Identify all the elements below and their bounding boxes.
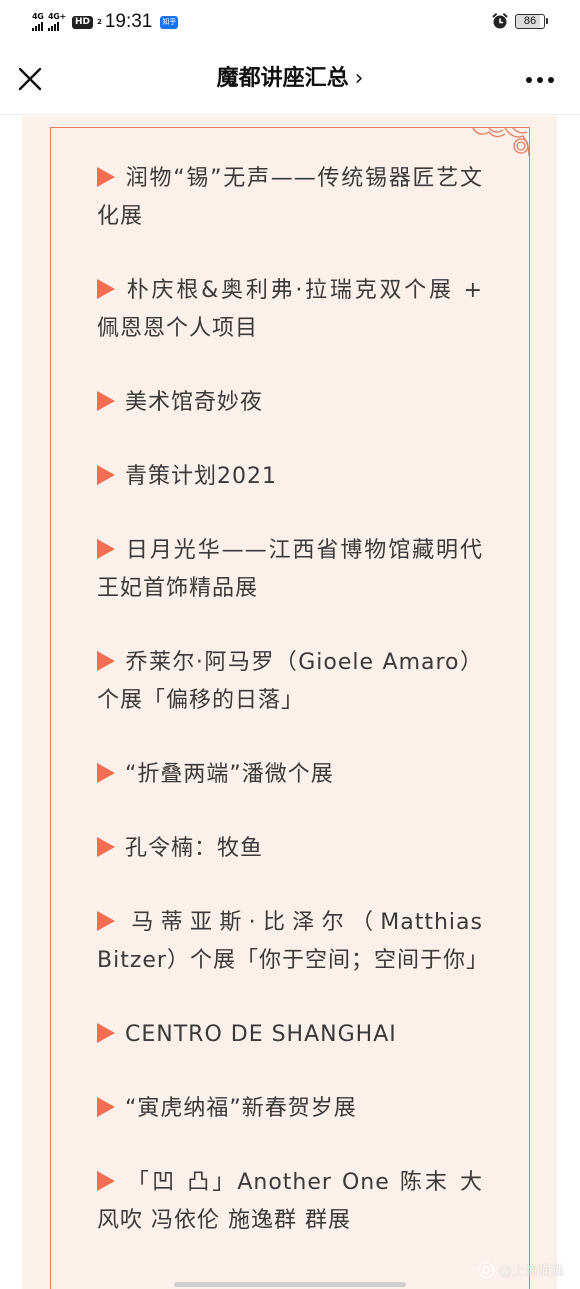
- camera-watermark-icon: [477, 1261, 495, 1278]
- status-right: 86: [491, 12, 548, 30]
- page-title-text: 魔都讲座汇总: [216, 66, 349, 91]
- triangle-bullet-icon: [97, 837, 115, 857]
- list-item[interactable]: “寅虎纳福”新春贺岁展: [97, 1090, 483, 1128]
- more-dots-icon[interactable]: [522, 68, 558, 92]
- battery-icon: 86: [515, 13, 545, 29]
- alarm-icon: [492, 13, 508, 29]
- exhibit-frame: 润物“锡”无声——传统锡器匠艺文化展 朴庆根&奥利弗·拉瑞克双个展 + 佩恩恩个…: [50, 127, 530, 1289]
- list-item[interactable]: 日月光华——江西省博物馆藏明代王妃首饰精品展: [97, 532, 483, 608]
- hd-voice-badge: HD: [71, 15, 93, 29]
- exhibit-title: 乔莱尔·阿马罗（Gioele Amaro）个展「偏移的日落」: [97, 650, 483, 713]
- triangle-bullet-icon: [97, 539, 115, 559]
- exhibit-title: 朴庆根&奥利弗·拉瑞克双个展 + 佩恩恩个人项目: [97, 278, 483, 341]
- chevron-right-icon: ›: [354, 66, 364, 91]
- status-bar: 4G 4G+ HD 2 19:31 知乎 86: [0, 0, 580, 46]
- watermark: @上海猫猫: [477, 1260, 564, 1279]
- triangle-bullet-icon: [97, 651, 115, 671]
- triangle-bullet-icon: [97, 1023, 115, 1043]
- list-item[interactable]: 朴庆根&奥利弗·拉瑞克双个展 + 佩恩恩个人项目: [97, 272, 483, 348]
- list-item[interactable]: 马蒂亚斯·比泽尔（Matthias Bitzer）个展「你于空间；空间于你」: [97, 904, 488, 980]
- triangle-bullet-icon: [97, 763, 115, 783]
- page-title[interactable]: 魔都讲座汇总 ›: [0, 64, 580, 94]
- signal-icon: [48, 22, 60, 31]
- list-item[interactable]: 孔令楠：牧鱼: [97, 830, 483, 868]
- exhibit-title: 青策计划2021: [125, 464, 277, 489]
- battery-level: 86: [523, 14, 537, 27]
- exhibit-list: 润物“锡”无声——传统锡器匠艺文化展 朴庆根&奥利弗·拉瑞克双个展 + 佩恩恩个…: [97, 160, 488, 1276]
- triangle-bullet-icon: [97, 391, 115, 411]
- status-time: 19:31: [104, 11, 153, 32]
- exhibit-title: 马蒂亚斯·比泽尔（Matthias Bitzer）个展「你于空间；空间于你」: [97, 910, 489, 973]
- exhibit-title: “寅虎纳福”新春贺岁展: [125, 1096, 357, 1121]
- network-indicator-2: 4G+: [48, 13, 66, 31]
- list-item[interactable]: CENTRO DE SHANGHAI: [97, 1016, 483, 1054]
- triangle-bullet-icon: [97, 1097, 115, 1117]
- exhibit-title: CENTRO DE SHANGHAI: [125, 1022, 397, 1047]
- list-item[interactable]: 润物“锡”无声——传统锡器匠艺文化展: [97, 160, 483, 236]
- list-item[interactable]: 乔莱尔·阿马罗（Gioele Amaro）个展「偏移的日落」: [97, 644, 483, 720]
- title-bar: 魔都讲座汇总 ›: [0, 46, 580, 114]
- network-label: 4G+: [48, 12, 66, 21]
- status-left: 4G 4G+ HD 2 19:31 知乎: [32, 10, 179, 34]
- list-item[interactable]: 「凹 凸」Another One 陈末 大风吹 冯依伦 施逸群 群展: [97, 1164, 483, 1240]
- title-divider: [0, 114, 580, 115]
- list-item[interactable]: “折叠两端”潘微个展: [97, 756, 483, 794]
- list-item[interactable]: 美术馆奇妙夜: [97, 384, 483, 422]
- network-label: 4G: [32, 12, 44, 21]
- exhibit-title: “折叠两端”潘微个展: [125, 762, 334, 787]
- app-notification-icon: 知乎: [160, 15, 179, 29]
- triangle-bullet-icon: [97, 1171, 115, 1191]
- network-indicator-1: 4G: [32, 13, 44, 31]
- exhibit-title: 日月光华——江西省博物馆藏明代王妃首饰精品展: [97, 538, 483, 601]
- home-indicator[interactable]: [174, 1282, 406, 1287]
- battery-nub: [546, 18, 548, 24]
- exhibit-title: 「凹 凸」Another One 陈末 大风吹 冯依伦 施逸群 群展: [97, 1170, 483, 1233]
- triangle-bullet-icon: [97, 465, 115, 485]
- exhibit-title: 美术馆奇妙夜: [125, 390, 264, 415]
- watermark-text: @上海猫猫: [498, 1264, 564, 1279]
- signal-icon: [32, 22, 44, 31]
- triangle-bullet-icon: [97, 167, 115, 187]
- list-item[interactable]: 青策计划2021: [97, 458, 483, 496]
- hd-sim-index: 2: [96, 17, 102, 26]
- triangle-bullet-icon: [97, 279, 115, 299]
- exhibit-title: 润物“锡”无声——传统锡器匠艺文化展: [97, 166, 483, 229]
- triangle-bullet-icon: [97, 911, 115, 931]
- exhibit-title: 孔令楠：牧鱼: [125, 836, 264, 861]
